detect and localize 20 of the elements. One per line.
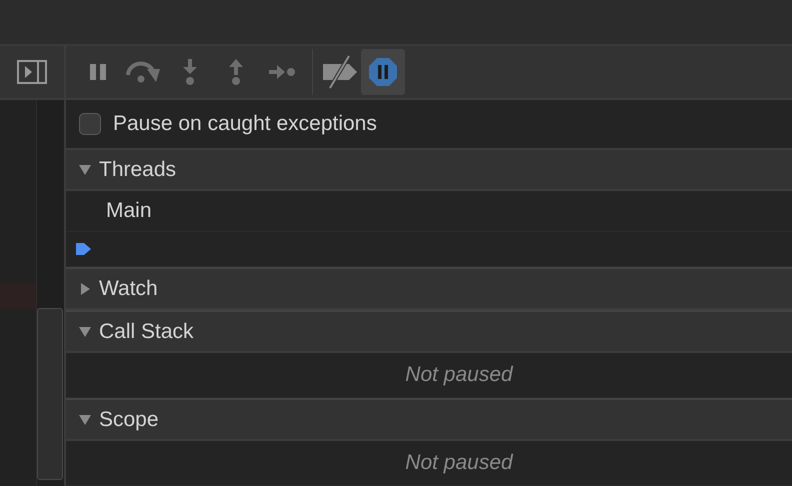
deactivate-breakpoints-button[interactable] — [312, 49, 359, 95]
section-header[interactable]: Scope — [66, 398, 792, 441]
section-header[interactable]: Watch — [66, 267, 792, 310]
scrollbar-thumb[interactable] — [37, 308, 63, 480]
pause-icon — [88, 63, 108, 81]
checkbox-label: Pause on caught exceptions — [113, 112, 377, 136]
current-position-arrow-icon — [76, 240, 92, 258]
pause-on-exceptions-button[interactable] — [361, 49, 405, 95]
step-icon — [268, 64, 296, 80]
sidebar-icon — [17, 60, 47, 84]
pause-octagon-icon — [368, 57, 398, 87]
thread-item[interactable]: Main — [106, 199, 152, 223]
empty-message: Not paused — [405, 451, 513, 475]
section-header[interactable]: Threads — [66, 150, 792, 191]
step-out-icon — [226, 58, 246, 86]
checkbox[interactable] — [79, 113, 101, 135]
section-header[interactable]: Call Stack — [66, 310, 792, 353]
step-over-icon — [125, 59, 163, 85]
empty-message: Not paused — [405, 363, 513, 387]
breakpoints-slashed-icon — [321, 55, 359, 89]
